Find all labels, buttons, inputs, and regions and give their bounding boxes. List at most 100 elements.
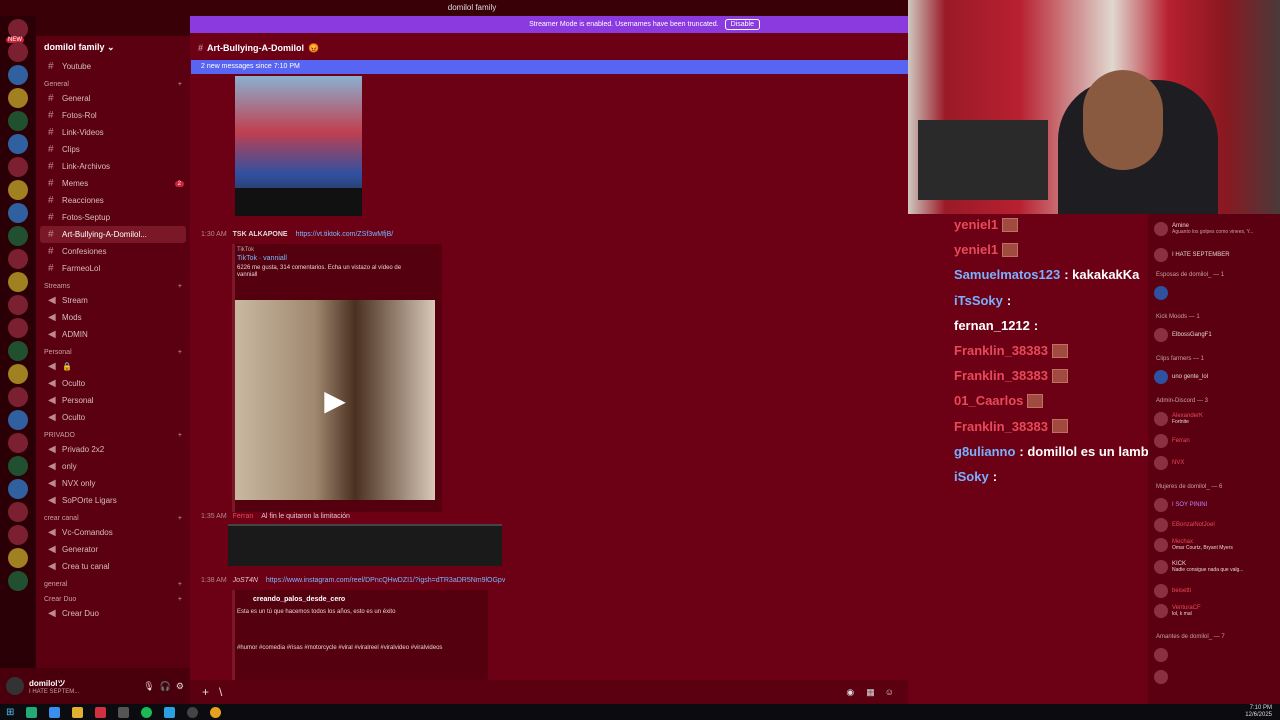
server-icon[interactable] xyxy=(8,180,28,200)
channel-unnamed[interactable]: ◀ 🔒 xyxy=(36,358,190,375)
chat-username[interactable]: Samuelmatos123 xyxy=(954,267,1060,282)
member[interactable]: Amine Aguanto los golpes como vinees, Y..… xyxy=(1154,222,1254,236)
channel-item[interactable]: ◀ ADMIN xyxy=(36,326,190,343)
screenshot-attachment[interactable] xyxy=(228,524,502,566)
avatar[interactable] xyxy=(6,677,24,695)
channel-item[interactable]: # Link-Archivos xyxy=(36,158,190,175)
member[interactable] xyxy=(1154,670,1168,684)
channel-item[interactable]: # Reacciones xyxy=(36,192,190,209)
channel-item[interactable]: ◀ Crear Duo xyxy=(36,605,190,622)
member[interactable]: AlexanderK Fortnite xyxy=(1154,412,1203,426)
member[interactable]: KICK Nadie consigue nada que valg... xyxy=(1154,560,1243,574)
server-icon[interactable] xyxy=(8,249,28,269)
member[interactable]: I HATE SEPTEMBER xyxy=(1154,248,1230,262)
member[interactable]: uno gente_lol xyxy=(1154,370,1208,384)
app-icon[interactable] xyxy=(187,706,199,718)
message-composer[interactable]: + \ ◉ ▦ ☺ xyxy=(190,680,908,704)
server-icon[interactable] xyxy=(8,295,28,315)
member[interactable]: EBonzaiNotJoel xyxy=(1154,518,1215,532)
server-icon[interactable] xyxy=(8,42,28,62)
server-icon[interactable] xyxy=(8,88,28,108)
category-streams[interactable]: Streams + xyxy=(36,277,190,292)
message-author[interactable]: TSK ALKAPONE xyxy=(233,231,288,238)
server-icon[interactable] xyxy=(8,571,28,591)
plus-icon[interactable]: + xyxy=(178,515,182,522)
plus-icon[interactable]: + xyxy=(178,283,182,290)
channel-item[interactable]: ◀ Oculto xyxy=(36,409,190,426)
browser-icon[interactable] xyxy=(49,706,61,718)
category-privado[interactable]: PRIVADO + xyxy=(36,426,190,441)
server-icon[interactable] xyxy=(8,65,28,85)
plus-icon[interactable]: + xyxy=(202,685,209,699)
channel-item[interactable]: ◀ Personal xyxy=(36,392,190,409)
channel-item[interactable]: ◀ Oculto xyxy=(36,375,190,392)
chat-username[interactable]: yeniel1 xyxy=(954,217,998,232)
chat-username[interactable]: yeniel1 xyxy=(954,242,998,257)
message-author[interactable]: Ferran xyxy=(233,513,254,520)
server-icon[interactable] xyxy=(8,525,28,545)
message-link[interactable]: https://www.instagram.com/reel/DPncQHwDZ… xyxy=(266,577,505,584)
channel-item[interactable]: ◀ Stream xyxy=(36,292,190,309)
server-icon[interactable] xyxy=(8,433,28,453)
channel-item[interactable]: ◀ Privado 2x2 xyxy=(36,441,190,458)
new-messages-bar[interactable]: 2 new messages since 7:10 PM xyxy=(191,60,908,74)
message-link[interactable]: https://vt.tiktok.com/ZSf3wMfjB/ xyxy=(296,231,394,238)
member[interactable]: Ferran xyxy=(1154,434,1190,448)
channel-item[interactable]: ◀ Mods xyxy=(36,309,190,326)
server-icon[interactable] xyxy=(8,272,28,292)
channel-item[interactable]: ◀ Crea tu canal xyxy=(36,558,190,575)
clock[interactable]: 7:10 PM 12/6/2025 xyxy=(1245,705,1280,719)
plus-icon[interactable]: + xyxy=(178,581,182,588)
category-general-2[interactable]: general + xyxy=(36,575,190,590)
server-icon[interactable] xyxy=(8,111,28,131)
windows-start-icon[interactable]: ⊞ xyxy=(6,707,14,718)
plus-icon[interactable]: + xyxy=(178,349,182,356)
plus-icon[interactable]: + xyxy=(178,81,182,88)
folder-icon[interactable] xyxy=(72,706,84,718)
server-icon[interactable] xyxy=(8,410,28,430)
server-icon[interactable] xyxy=(8,226,28,246)
embed-title[interactable]: TikTok · vanniall xyxy=(235,253,442,264)
member[interactable]: I SOY PININI xyxy=(1154,498,1207,512)
gif-icon[interactable]: ◉ xyxy=(846,687,854,698)
member[interactable]: beisetti xyxy=(1154,584,1191,598)
category-personal[interactable]: Personal + xyxy=(36,343,190,358)
server-icon[interactable] xyxy=(8,364,28,384)
category-crear-duo[interactable]: Crear Duo + xyxy=(36,590,190,605)
server-icon[interactable] xyxy=(8,548,28,568)
channel-item[interactable]: ◀ Vc-Comandos xyxy=(36,524,190,541)
member[interactable]: VenturaCF lol, k mal xyxy=(1154,604,1201,618)
plus-icon[interactable]: + xyxy=(178,432,182,439)
app-icon[interactable] xyxy=(95,706,107,718)
channel-item[interactable]: ◀ NVX only xyxy=(36,475,190,492)
play-icon[interactable]: ▶ xyxy=(324,384,346,417)
member[interactable]: ElbossGangF1 xyxy=(1154,328,1212,342)
server-icon[interactable]: NEW xyxy=(6,19,28,43)
server-icon[interactable] xyxy=(8,157,28,177)
headphones-icon[interactable]: 🎧 xyxy=(160,681,171,692)
channel-item[interactable]: # Art-Bullying-A-Domilol... xyxy=(40,226,186,243)
app-icon[interactable] xyxy=(118,706,130,718)
channel-item[interactable]: # General xyxy=(36,90,190,107)
microphone-icon[interactable]: 🎙 xyxy=(143,681,154,692)
channel-item[interactable]: # Confesiones xyxy=(36,243,190,260)
chat-username[interactable]: iTsSoky xyxy=(954,293,1003,308)
server-icon[interactable] xyxy=(8,479,28,499)
channel-item[interactable]: # Clips xyxy=(36,141,190,158)
chat-username[interactable]: fernan_1212 xyxy=(954,318,1030,333)
server-icon[interactable] xyxy=(8,387,28,407)
channel-item[interactable]: ◀ Generator xyxy=(36,541,190,558)
member[interactable] xyxy=(1154,286,1168,300)
message-input[interactable]: \ xyxy=(219,685,836,699)
chat-username[interactable]: 01_Caarlos xyxy=(954,393,1023,408)
channel-item[interactable]: # FarmeoLol xyxy=(36,260,190,277)
member[interactable] xyxy=(1154,648,1168,662)
channel-youtube[interactable]: # Youtube xyxy=(36,58,190,75)
channel-item[interactable]: # Memes 2 xyxy=(36,175,190,192)
channel-item[interactable]: ◀ SoPOrte Ligars xyxy=(36,492,190,509)
plus-icon[interactable]: + xyxy=(178,596,182,603)
sticker-icon[interactable]: ▦ xyxy=(866,687,875,698)
server-icon[interactable] xyxy=(8,203,28,223)
server-icon[interactable] xyxy=(8,134,28,154)
disable-button[interactable]: Disable xyxy=(724,19,760,30)
